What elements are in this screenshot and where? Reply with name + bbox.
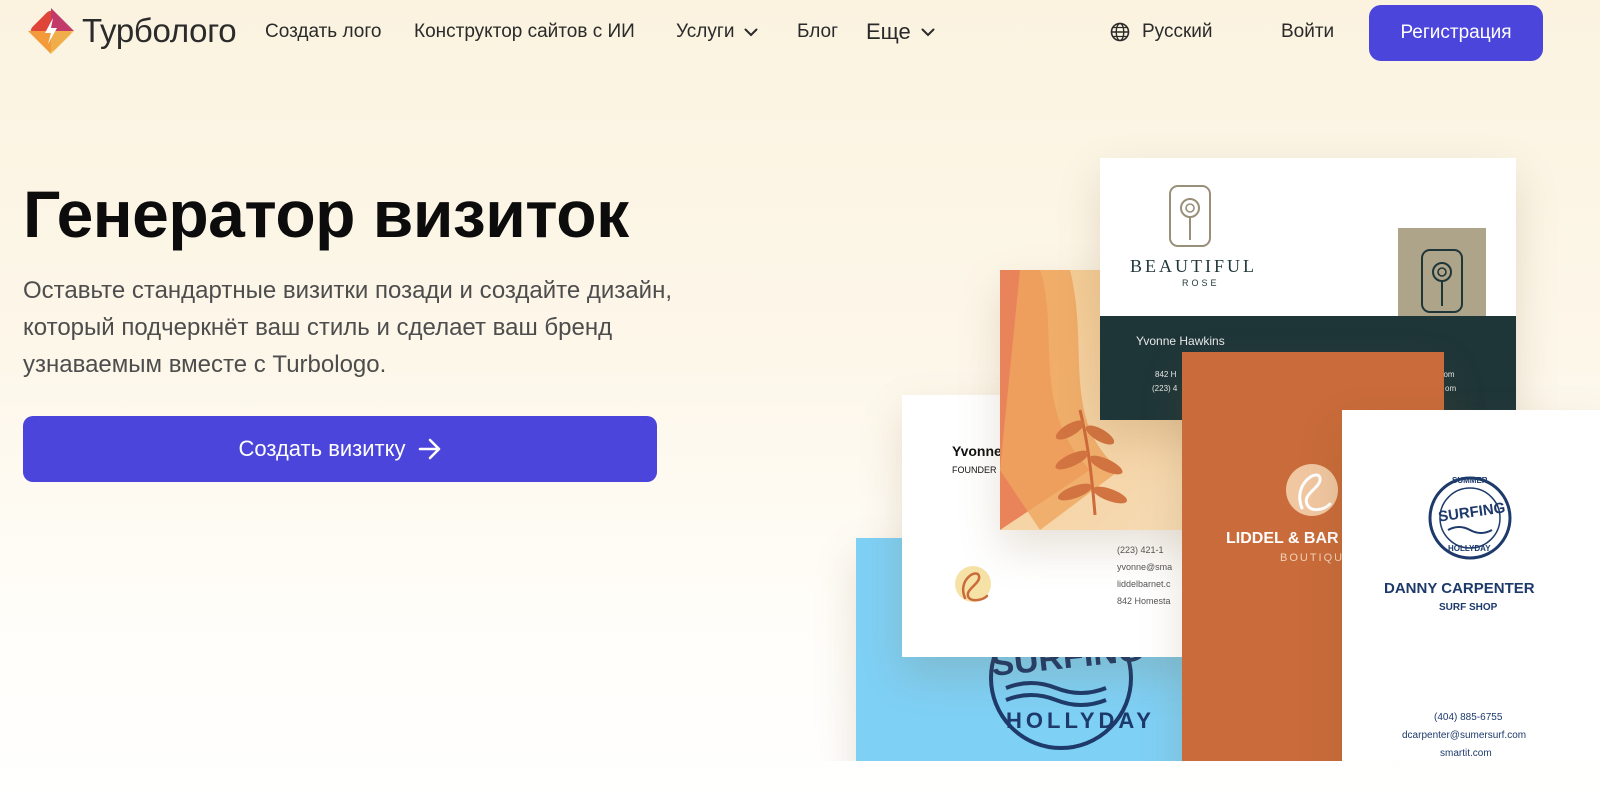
- language-selector[interactable]: Русский: [1110, 21, 1213, 43]
- nav-link-site-builder[interactable]: Конструктор сайтов с ИИ: [414, 21, 635, 43]
- surf-badge-top: SUMMER: [1452, 476, 1488, 485]
- rose-card-brand-sub: ROSE: [1182, 278, 1220, 288]
- create-card-button[interactable]: Создать визитку: [23, 416, 657, 482]
- login-link[interactable]: Войти: [1281, 21, 1334, 43]
- white-card-role: FOUNDER: [952, 465, 997, 475]
- white-card-address: 842 Homesta: [1117, 596, 1171, 606]
- hero-description: Оставьте стандартные визитки позади и со…: [23, 277, 672, 378]
- monogram-icon: [955, 566, 991, 602]
- rose-card-line2: (223) 4: [1152, 384, 1178, 393]
- rose-card-line1: 842 H: [1155, 370, 1177, 379]
- arrow-right-icon: [418, 438, 440, 460]
- rose-card-brand: BEAUTIFUL: [1130, 256, 1257, 276]
- signup-button[interactable]: Регистрация: [1369, 5, 1543, 61]
- surf-card-email: dcarpenter@sumersurf.com: [1402, 730, 1527, 741]
- white-card-site: liddelbarnet.c: [1117, 579, 1171, 589]
- surf-card-name: DANNY CARPENTER: [1384, 580, 1535, 597]
- rose-icon: [1169, 185, 1211, 247]
- danny-carpenter-card: SUMMER SURFING HOLLYDAY DANNY CARPENTER …: [1342, 410, 1600, 761]
- create-card-button-label: Создать визитку: [238, 436, 406, 461]
- blue-card-subtitle: HOLLYDAY: [1006, 708, 1155, 733]
- chevron-down-icon: [921, 28, 935, 37]
- surf-card-phone: (404) 885-6755: [1434, 712, 1503, 723]
- top-navigation: Турболого Создать лого Конструктор сайто…: [0, 0, 1600, 66]
- nav-link-more-label: Еще: [866, 19, 911, 44]
- language-label: Русский: [1142, 21, 1213, 42]
- turbologo-icon: [28, 8, 74, 54]
- nav-link-create-logo[interactable]: Создать лого: [265, 21, 381, 43]
- nav-link-blog[interactable]: Блог: [797, 21, 838, 43]
- white-card-name: Yvonne: [952, 443, 1002, 459]
- rose-card-line2-end: om: [1445, 384, 1457, 393]
- page-title: Генератор визиток: [23, 177, 629, 251]
- white-card-phone: (223) 421-1: [1117, 545, 1164, 555]
- business-cards-illustration: SURFING HOLLYDAY Yvonne FOUNDER (223) 42…: [800, 130, 1600, 761]
- brand-logo[interactable]: Турболого: [24, 4, 237, 58]
- nav-link-services[interactable]: Услуги: [676, 21, 758, 43]
- nav-link-services-label: Услуги: [676, 21, 735, 42]
- monogram-icon: [1286, 464, 1338, 516]
- orange-card-sub: BOUTIQU: [1280, 552, 1345, 564]
- surf-card-shop: SURF SHOP: [1439, 602, 1498, 613]
- brand-name: Турболого: [82, 12, 237, 49]
- globe-icon: [1110, 22, 1130, 42]
- nav-link-more[interactable]: Еще: [866, 19, 935, 45]
- surf-badge-bottom: HOLLYDAY: [1448, 544, 1491, 553]
- orange-card-brand: LIDDEL & BAR: [1226, 530, 1339, 547]
- white-card-email: yvonne@sma: [1117, 562, 1173, 572]
- surf-card-site: smartit.com: [1440, 748, 1492, 759]
- rose-card-name: Yvonne Hawkins: [1136, 334, 1225, 348]
- chevron-down-icon: [744, 28, 758, 37]
